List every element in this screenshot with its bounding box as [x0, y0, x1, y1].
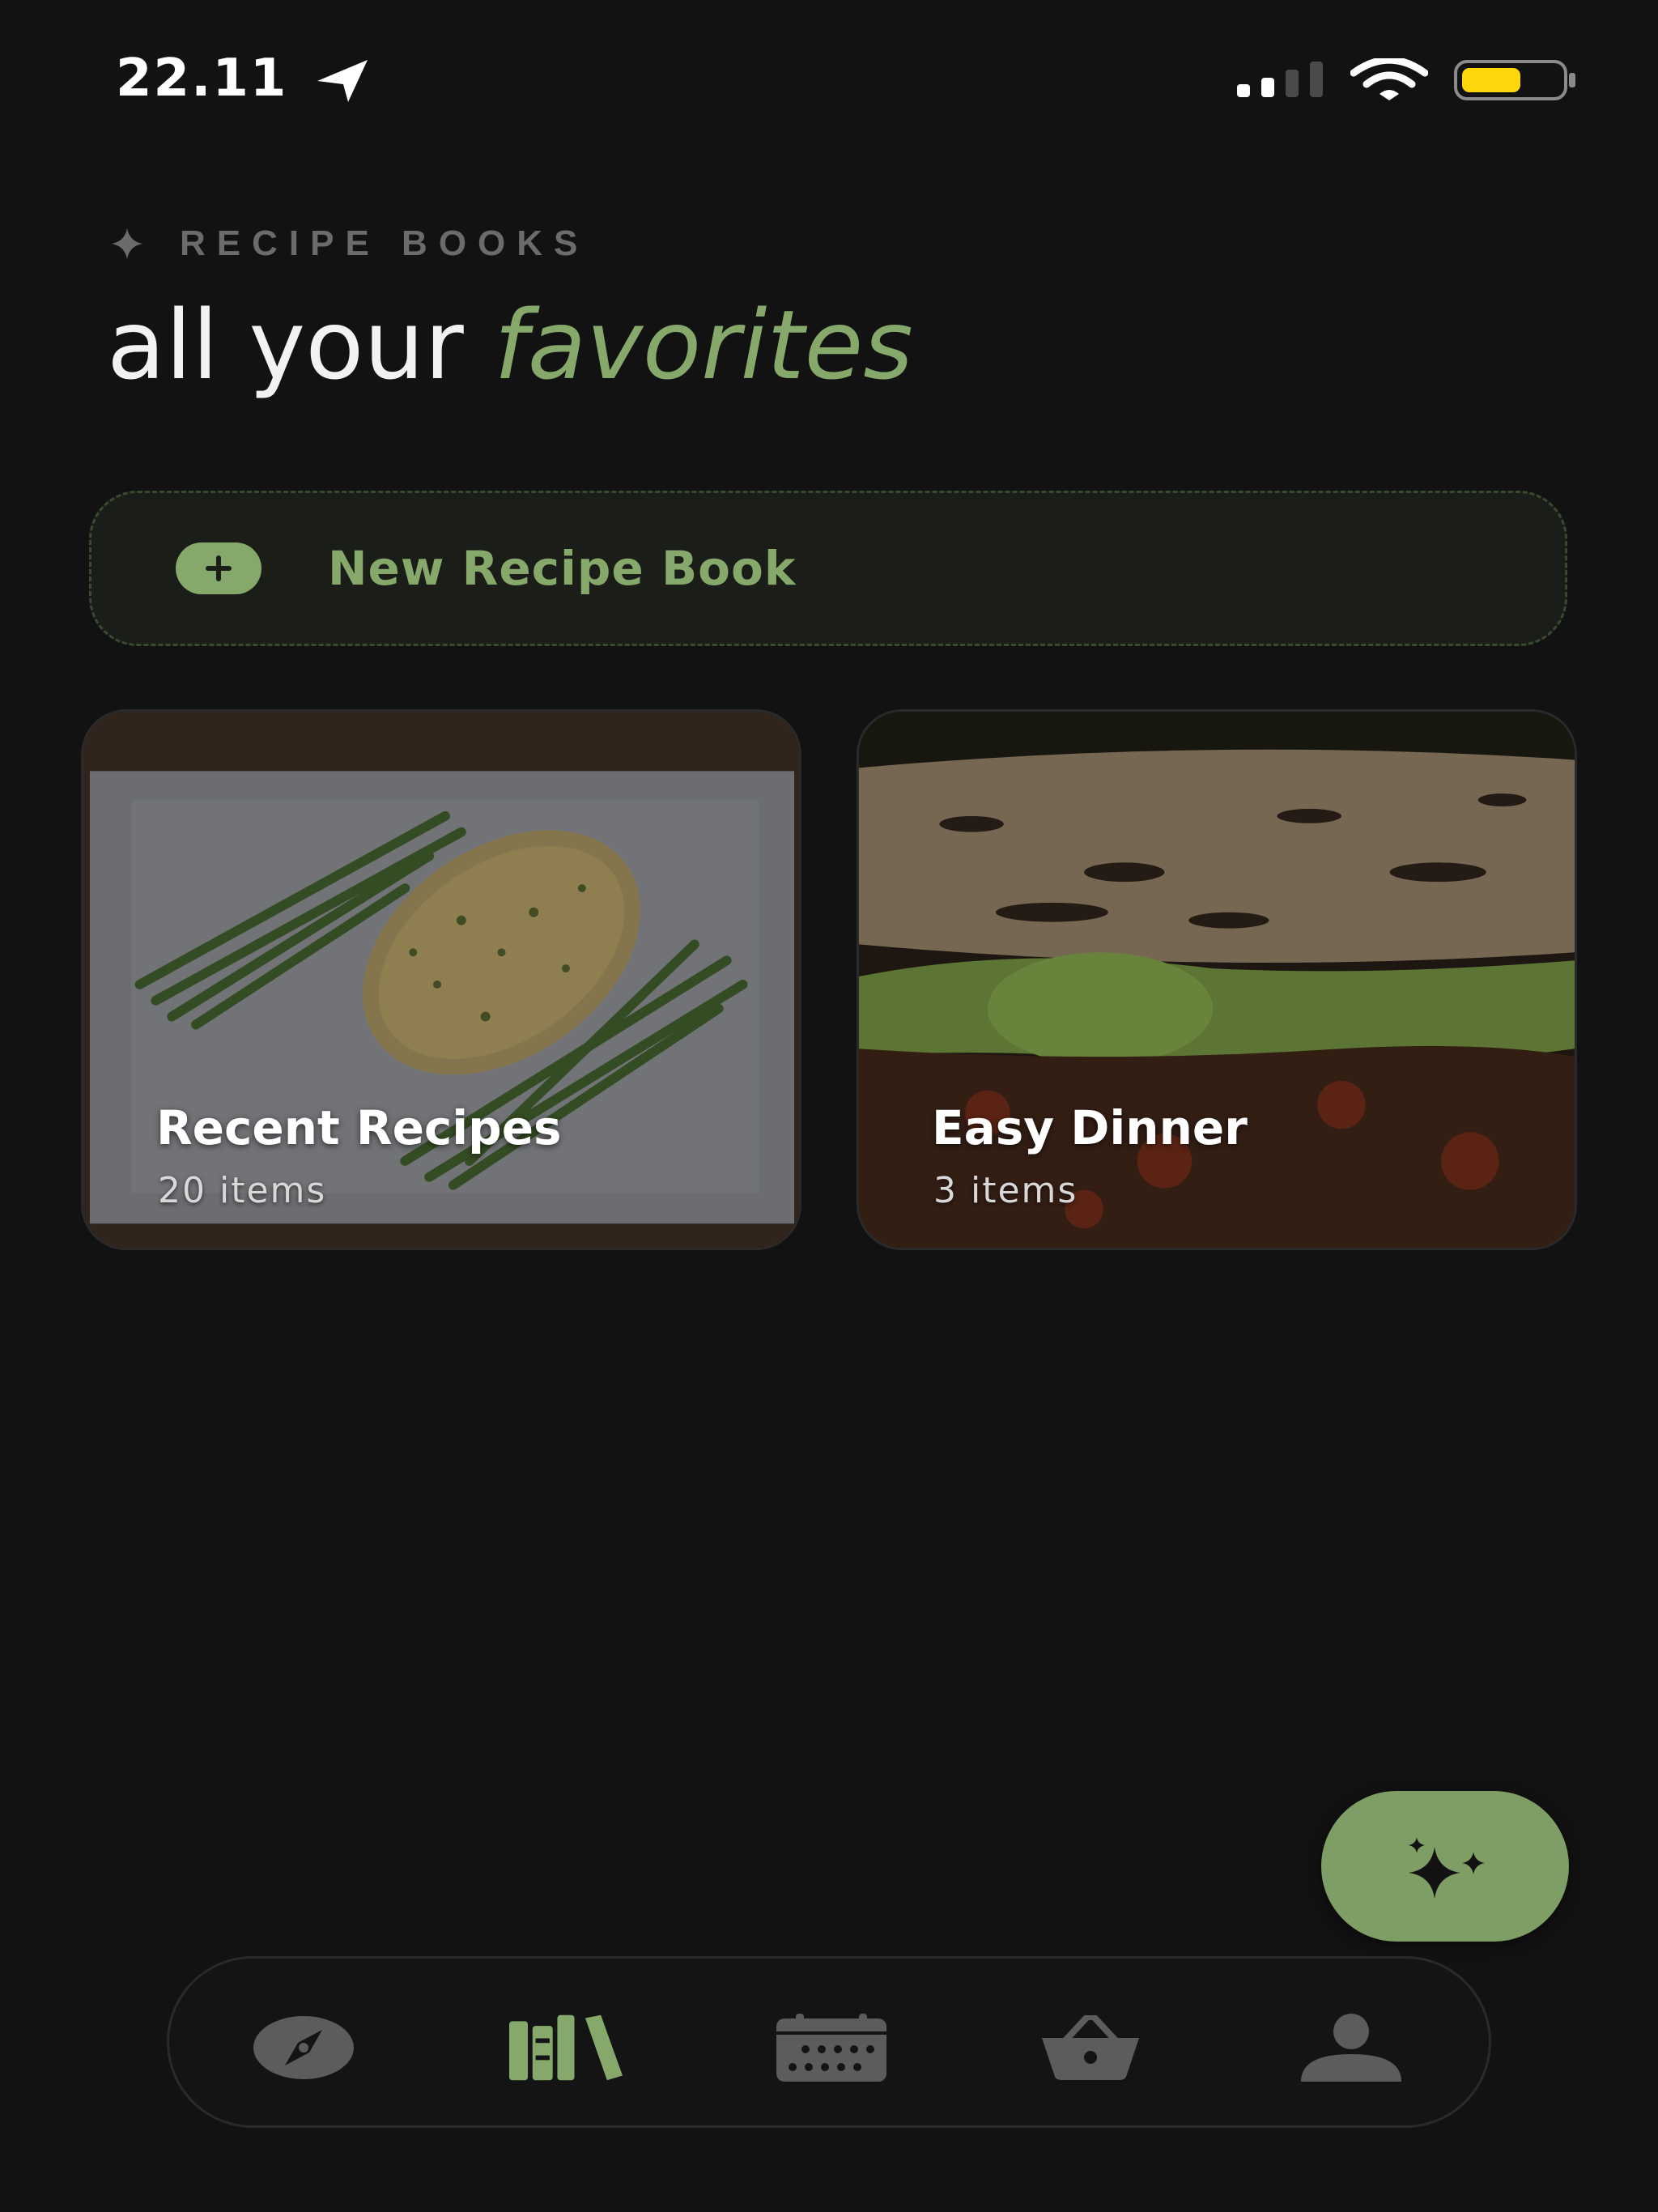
recipe-book-card-recent[interactable]: Recent Recipes 20 items: [81, 709, 801, 1250]
nav-meal-plan[interactable]: [775, 2007, 888, 2088]
nav-shopping[interactable]: [1034, 2007, 1147, 2088]
new-recipe-book-button[interactable]: New Recipe Book: [89, 491, 1567, 646]
recipe-book-card-easy-dinner[interactable]: Easy Dinner 3 items: [857, 709, 1577, 1250]
eyebrow-label: RECIPE BOOKS: [180, 223, 589, 263]
nav-explore[interactable]: [247, 2007, 360, 2088]
compass-icon: [253, 2016, 354, 2079]
cellular-signal-icon: [1237, 62, 1323, 97]
page-title: all your favorites: [107, 288, 913, 402]
book-title: Recent Recipes: [156, 1100, 562, 1155]
new-recipe-book-label: New Recipe Book: [328, 541, 797, 596]
status-time: 22.11: [116, 49, 288, 108]
location-arrow-icon: [317, 60, 368, 102]
book-item-count: 3 items: [933, 1170, 1078, 1211]
quesadilla-photo: [859, 712, 1575, 1248]
sparkles-icon: [1409, 1837, 1485, 1899]
nav-profile[interactable]: [1295, 2007, 1408, 2088]
page-title-plain: all your: [107, 289, 464, 401]
recipe-books-screen: 22.11 RECIPE BOOKS all your favorites Ne…: [0, 0, 1658, 2212]
books-icon: [509, 2014, 623, 2081]
page-title-accent: favorites: [494, 289, 913, 401]
battery-icon: [1454, 60, 1575, 100]
calendar-icon: [776, 2014, 886, 2082]
ai-sparkle-button[interactable]: [1321, 1791, 1569, 1942]
section-eyebrow: RECIPE BOOKS: [108, 223, 589, 264]
bottom-navigation: [167, 1956, 1491, 2128]
plus-icon: [176, 542, 261, 594]
wifi-icon: [1350, 58, 1428, 100]
sparkle-icon: [112, 228, 142, 259]
book-title: Easy Dinner: [932, 1100, 1248, 1155]
person-icon: [1301, 2014, 1401, 2082]
salmon-asparagus-photo: [83, 712, 799, 1248]
basket-icon: [1042, 2015, 1139, 2080]
nav-recipe-books[interactable]: [509, 2007, 623, 2088]
book-item-count: 20 items: [158, 1170, 327, 1211]
